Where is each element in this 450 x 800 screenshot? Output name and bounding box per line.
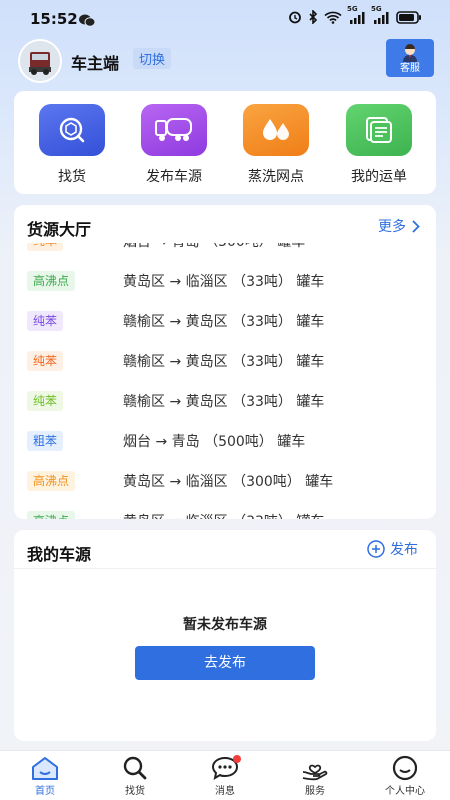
cargo-list[interactable]: 纯苯烟台 → 青岛 （500吨） 罐车高沸点黄岛区 → 临淄区 （33吨） 罐车… <box>14 243 436 519</box>
cargo-list-scroll: 纯苯烟台 → 青岛 （500吨） 罐车高沸点黄岛区 → 临淄区 （33吨） 罐车… <box>14 243 436 519</box>
quick-actions-card: 找货 发布车源 蒸洗网点 我的运单 <box>14 91 436 194</box>
cargo-search-icon <box>39 104 105 156</box>
cargo-row[interactable]: 高沸点 黄岛区 → 临淄区 （300吨） 罐车 <box>14 461 436 501</box>
tab-find-cargo[interactable]: 找货 <box>95 755 175 797</box>
message-icon <box>209 755 241 781</box>
quick-action-label: 蒸洗网点 <box>248 169 304 185</box>
go-publish-button[interactable]: 去发布 <box>135 646 315 680</box>
wechat-icon <box>79 12 96 31</box>
cargo-type-tag: 高沸点 <box>27 471 76 491</box>
unread-badge <box>233 755 241 763</box>
home-icon <box>29 755 61 781</box>
more-link[interactable]: 更多 <box>378 216 420 236</box>
cargo-route: 黄岛区 → 临淄区 （33吨） 罐车 <box>123 511 324 519</box>
cargo-type-tag: 高沸点 <box>27 511 76 519</box>
quick-action-publish-vehicle[interactable]: 发布车源 <box>134 104 214 186</box>
cargo-type-tag: 粗苯 <box>27 431 64 451</box>
battery-icon <box>396 10 422 24</box>
chevron-right-icon <box>412 219 420 233</box>
tab-label: 个人中心 <box>385 786 425 797</box>
quick-action-my-waybills[interactable]: 我的运单 <box>339 104 419 186</box>
cargo-type-tag: 纯苯 <box>27 391 64 411</box>
documents-icon <box>346 104 412 156</box>
signal-icon-1: 5G <box>347 5 366 24</box>
cargo-route: 烟台 → 青岛 （500吨） 罐车 <box>123 243 305 251</box>
water-drops-icon <box>243 104 309 156</box>
alarm-icon <box>288 10 302 24</box>
cargo-hall-card: 货源大厅 更多 纯苯烟台 → 青岛 （500吨） 罐车高沸点黄岛区 → 临淄区 … <box>14 205 436 519</box>
cargo-type-tag: 高沸点 <box>27 271 76 291</box>
cargo-type-tag: 纯苯 <box>27 243 64 251</box>
tab-label: 首页 <box>35 786 55 797</box>
cargo-route: 黄岛区 → 临淄区 （33吨） 罐车 <box>123 274 325 290</box>
wifi-icon <box>324 11 342 24</box>
cargo-row[interactable]: 高沸点 黄岛区 → 临淄区 （33吨） 罐车 <box>14 261 436 301</box>
tab-home[interactable]: 首页 <box>5 755 85 797</box>
cargo-type-tag: 纯苯 <box>27 351 64 371</box>
cargo-row[interactable]: 纯苯 赣榆区 → 黄岛区 （33吨） 罐车 <box>14 381 436 421</box>
bottom-tab-bar: 首页 找货 消息 服务 个人中心 <box>0 750 450 800</box>
truck-icon <box>141 104 207 156</box>
status-time: 15:52 <box>30 10 78 28</box>
switch-role-button[interactable]: 切换 <box>133 48 172 69</box>
cargo-row[interactable]: 纯苯 赣榆区 → 黄岛区 （33吨） 罐车 <box>14 301 436 341</box>
quick-action-label: 发布车源 <box>146 169 202 185</box>
plus-circle-icon <box>367 540 385 558</box>
status-bar: 15:52 5G 5G <box>0 0 450 38</box>
quick-action-wash-stations[interactable]: 蒸洗网点 <box>236 104 316 186</box>
quick-action-find-cargo[interactable]: 找货 <box>32 104 112 186</box>
cargo-row[interactable]: 纯苯 烟台 → 青岛 （500吨） 罐车 <box>14 243 436 261</box>
customer-service-button[interactable]: 客服 <box>386 39 434 77</box>
tab-profile[interactable]: 个人中心 <box>365 755 445 797</box>
my-vehicles-card: 我的车源 发布 暂未发布车源 去发布 <box>14 530 436 741</box>
profile-icon <box>389 755 421 781</box>
search-icon <box>119 755 151 781</box>
my-vehicles-title: 我的车源 <box>27 545 92 564</box>
cargo-route: 赣榆区 → 黄岛区 （33吨） 罐车 <box>123 354 325 370</box>
cargo-route: 烟台 → 青岛 （500吨） 罐车 <box>123 434 306 450</box>
role-title: 车主端 <box>71 54 120 73</box>
network-label-1: 5G <box>347 4 358 13</box>
more-label: 更多 <box>378 219 406 235</box>
cargo-row[interactable]: 粗苯 烟台 → 青岛 （500吨） 罐车 <box>14 421 436 461</box>
cargo-route: 赣榆区 → 黄岛区 （33吨） 罐车 <box>123 314 325 330</box>
bluetooth-icon <box>308 10 318 24</box>
cargo-route: 黄岛区 → 临淄区 （300吨） 罐车 <box>123 474 334 490</box>
avatar[interactable] <box>18 39 62 83</box>
signal-icon-2: 5G <box>371 5 390 24</box>
network-label-2: 5G <box>371 4 382 13</box>
publish-link[interactable]: 发布 <box>367 539 418 559</box>
cargo-row[interactable]: 高沸点 黄岛区 → 临淄区 （33吨） 罐车 <box>14 501 436 519</box>
divider <box>14 568 436 569</box>
cargo-hall-title: 货源大厅 <box>27 220 92 239</box>
truck-avatar-icon <box>20 41 60 81</box>
cargo-route: 赣榆区 → 黄岛区 （33吨） 罐车 <box>123 394 325 410</box>
top-header: 车主端 切换 客服 <box>0 38 450 83</box>
tab-label: 服务 <box>305 786 325 797</box>
tab-services[interactable]: 服务 <box>275 755 355 797</box>
publish-label: 发布 <box>390 542 418 558</box>
tab-label: 消息 <box>215 786 235 797</box>
service-label: 客服 <box>400 63 420 74</box>
empty-state-text: 暂未发布车源 <box>183 617 267 633</box>
cargo-row[interactable]: 纯苯 赣榆区 → 黄岛区 （33吨） 罐车 <box>14 341 436 381</box>
quick-action-label: 找货 <box>58 169 86 185</box>
tab-label: 找货 <box>125 786 145 797</box>
quick-action-label: 我的运单 <box>351 169 407 185</box>
cargo-type-tag: 纯苯 <box>27 311 64 331</box>
tab-messages[interactable]: 消息 <box>185 755 265 797</box>
service-hand-icon <box>299 755 331 781</box>
